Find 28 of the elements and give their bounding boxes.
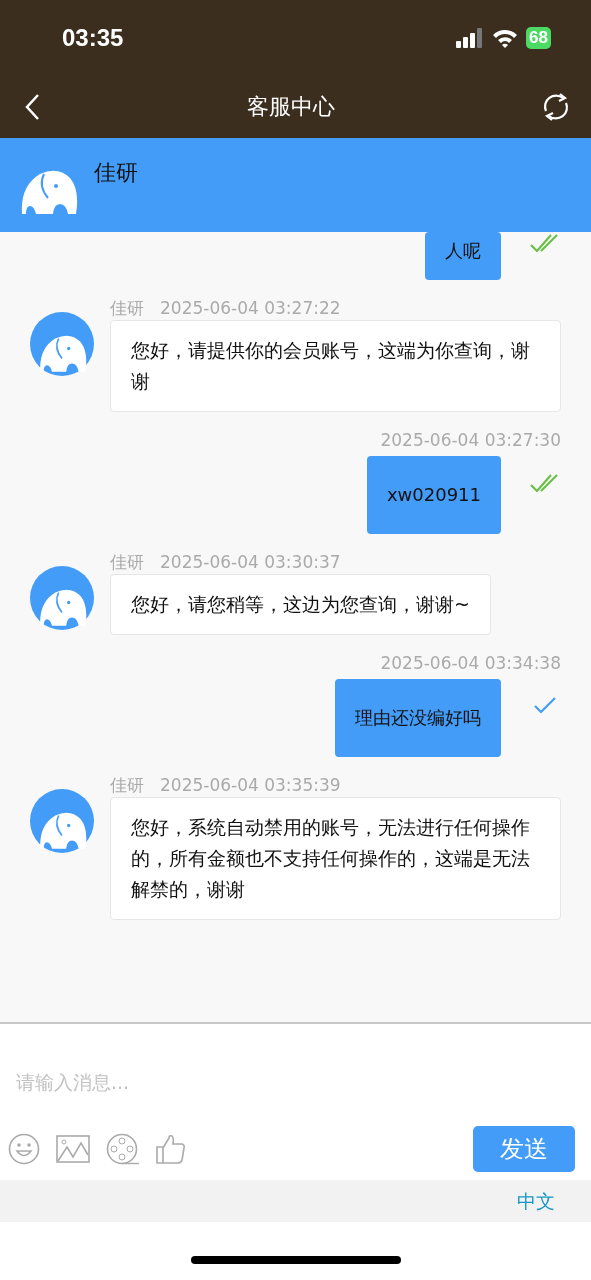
signal-icon xyxy=(456,27,485,48)
message-time: 2025-06-04 03:35:39 xyxy=(160,774,341,797)
message-time: 2025-06-04 03:27:22 xyxy=(160,297,341,320)
send-button[interactable]: 发送 xyxy=(473,1126,575,1172)
message-bubble: 理由还没编好吗 xyxy=(335,679,501,757)
message-bubble: 人呢 xyxy=(425,232,501,280)
language-link[interactable]: 中文 xyxy=(517,1186,555,1216)
thumbs-up-icon[interactable] xyxy=(156,1134,186,1164)
message-bubble: 您好，系统自动禁用的账号，无法进行任何操作的，所有金额也不支持任何操作的，这端是无法解禁的，谢谢 xyxy=(110,797,561,920)
message-time: 2025-06-04 03:30:37 xyxy=(160,551,341,574)
refresh-icon[interactable] xyxy=(541,91,571,122)
message-bubble: xw020911 xyxy=(366,456,501,534)
sender-name: 佳研 xyxy=(110,297,144,320)
status-time: 03:35 xyxy=(62,22,124,53)
sender-name: 佳研 xyxy=(110,551,144,574)
message-bubble: 您好，请提供你的会员账号，这端为你查询，谢谢 xyxy=(110,320,561,412)
emoji-icon[interactable] xyxy=(8,1133,40,1165)
agent-name: 佳研 xyxy=(94,159,138,187)
wifi-icon xyxy=(492,27,519,48)
film-reel-icon[interactable] xyxy=(106,1133,140,1165)
page-title: 客服中心 xyxy=(246,93,335,121)
message-bubble: 您好，请您稍等，这边为您查询，谢谢~ xyxy=(110,574,491,635)
battery-indicator: 68 xyxy=(526,26,551,49)
message-time: 2025-06-04 03:27:30 xyxy=(380,429,561,452)
message-time: 2025-06-04 03:34:38 xyxy=(380,652,561,675)
back-icon[interactable] xyxy=(24,92,40,121)
sender-name: 佳研 xyxy=(110,774,144,797)
image-icon[interactable] xyxy=(56,1135,90,1163)
